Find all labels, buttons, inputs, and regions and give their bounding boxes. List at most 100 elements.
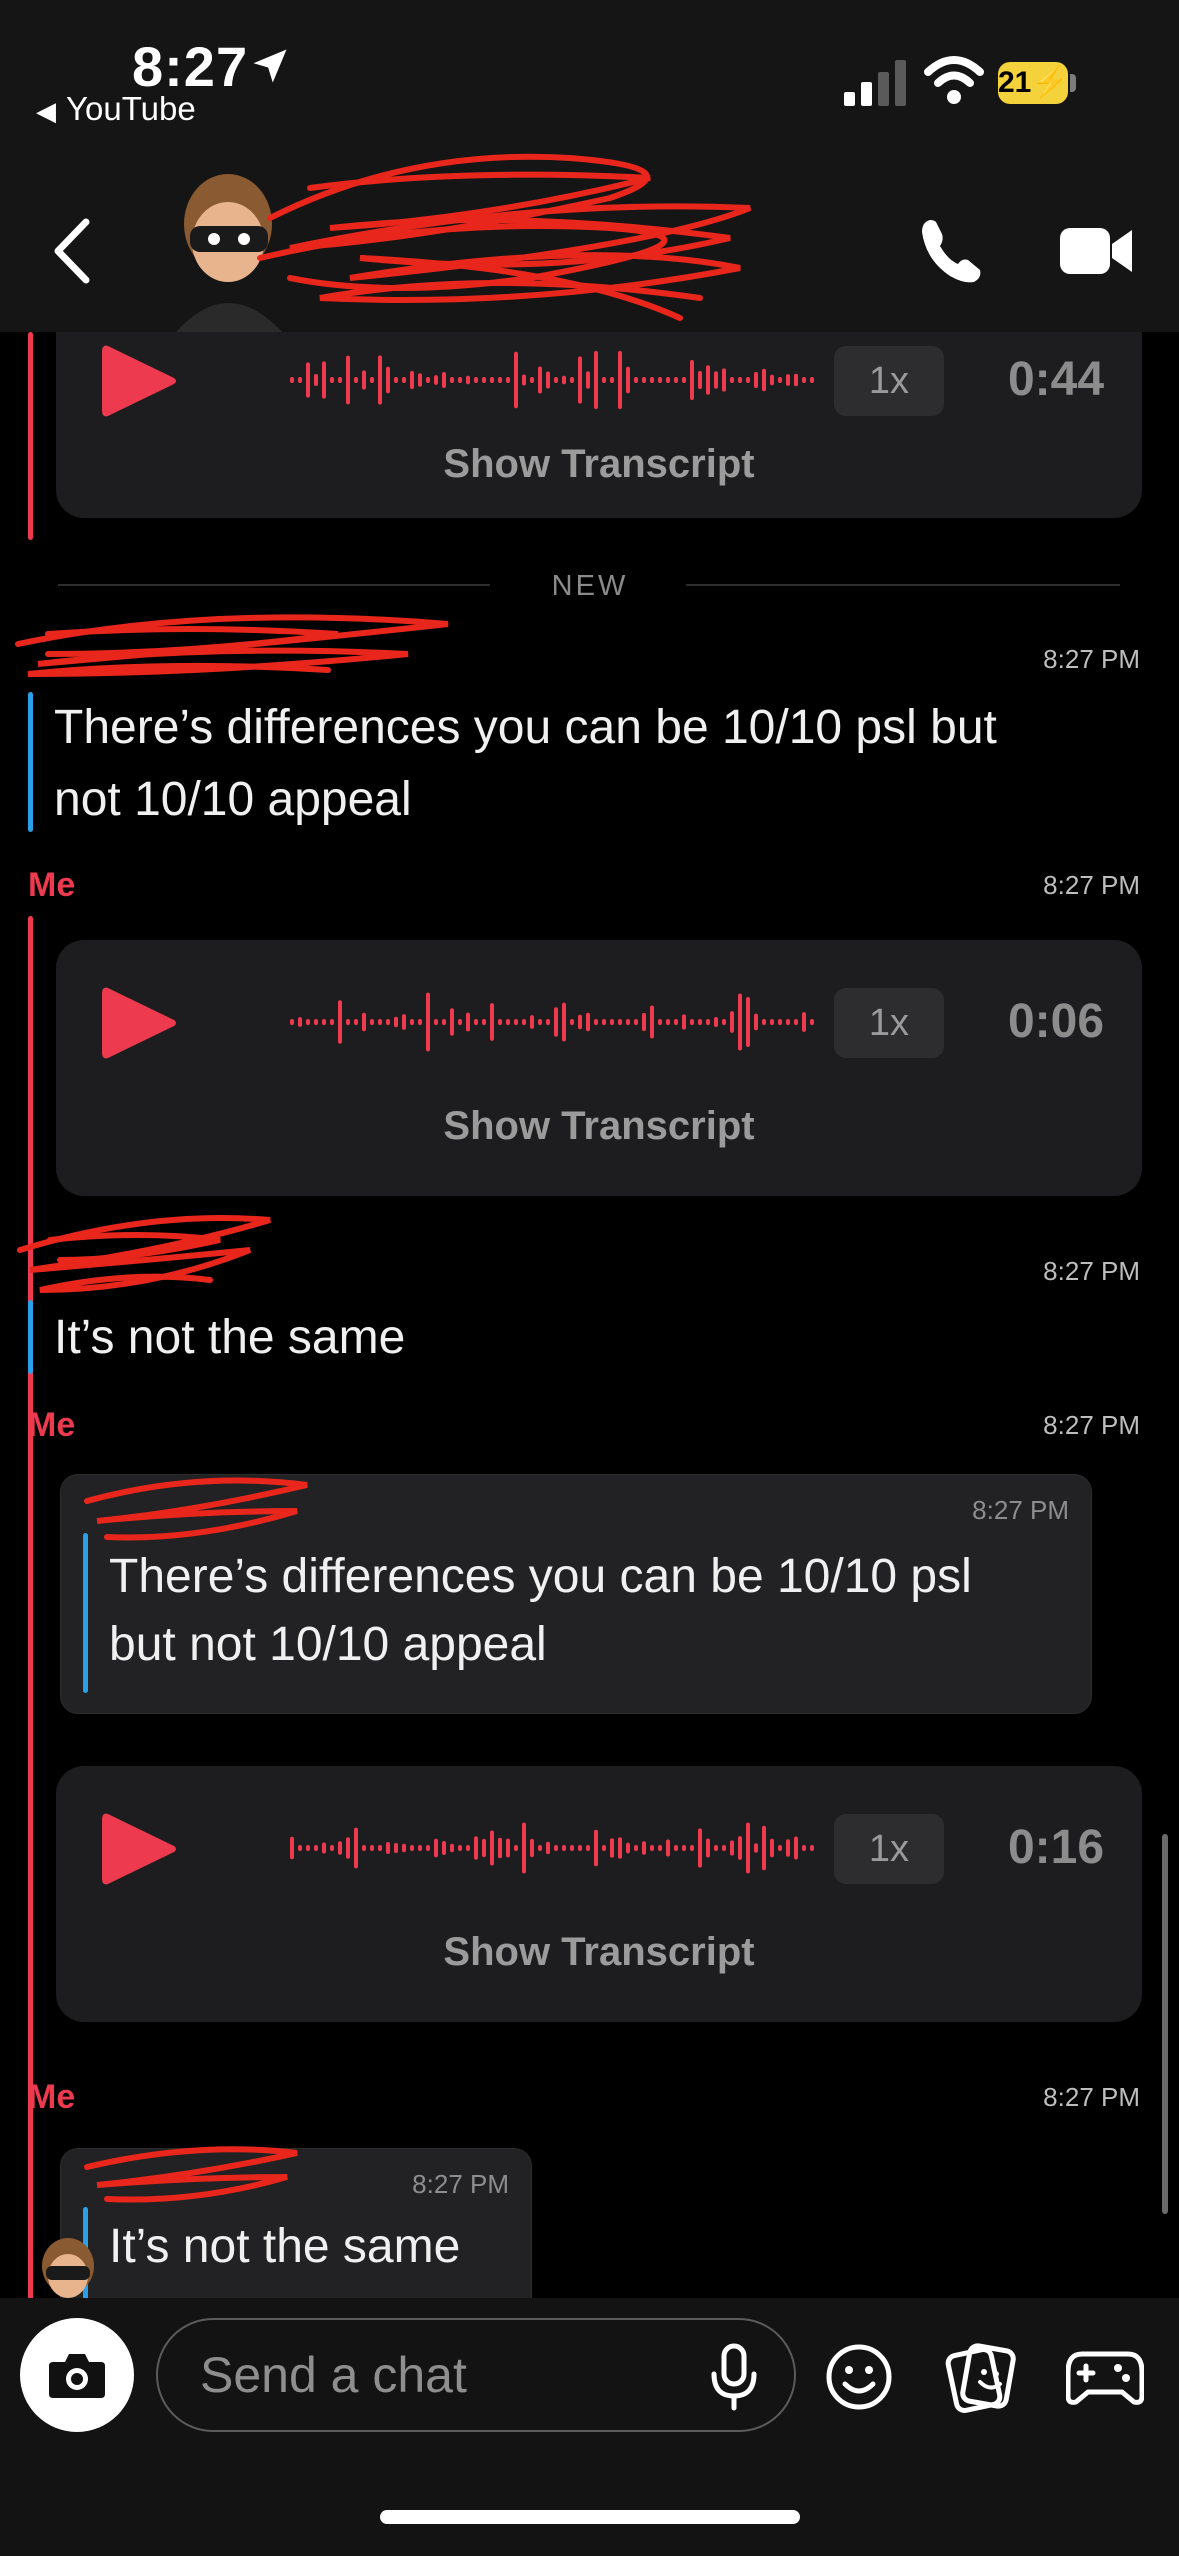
waveform-bar xyxy=(730,377,734,383)
home-indicator[interactable] xyxy=(380,2510,800,2524)
voice-note-card[interactable]: 1x 0:06 Show Transcript xyxy=(56,940,1142,1196)
waveform-bar xyxy=(594,1829,598,1867)
waveform-bar xyxy=(618,351,622,409)
playback-speed-button[interactable]: 1x xyxy=(834,1814,944,1884)
back-chevron-icon[interactable] xyxy=(48,216,98,286)
waveform-bar xyxy=(778,1845,782,1851)
waveform-bar xyxy=(554,1007,558,1037)
waveform-bar xyxy=(802,1845,806,1851)
waveform-bar xyxy=(314,373,318,387)
new-divider-label: NEW xyxy=(551,570,629,602)
waveform-bar xyxy=(786,1839,790,1857)
play-icon[interactable] xyxy=(98,340,180,422)
waveform-bar xyxy=(498,377,502,383)
microphone-icon[interactable] xyxy=(704,2342,764,2412)
waveform-bar xyxy=(786,374,790,386)
contact-avatar[interactable] xyxy=(156,162,306,332)
waveform-bar xyxy=(578,356,582,404)
waveform-bar xyxy=(466,1012,470,1032)
waveform-bar xyxy=(770,374,774,386)
waveform-bar xyxy=(402,377,406,383)
waveform-bar xyxy=(522,1822,526,1874)
play-icon[interactable] xyxy=(98,982,180,1064)
waveform-bar xyxy=(642,1841,646,1855)
waveform-bar xyxy=(490,1003,494,1041)
waveform-bar xyxy=(514,1845,518,1851)
redaction-scribble xyxy=(17,1215,271,1293)
phone-call-icon[interactable] xyxy=(916,216,986,286)
show-transcript-button[interactable]: Show Transcript xyxy=(56,1930,1142,1975)
waveform-bar xyxy=(530,377,534,383)
emoji-icon[interactable] xyxy=(824,2342,894,2412)
quoted-text: It’s not the same xyxy=(109,2220,461,2273)
waveform-bar xyxy=(394,1843,398,1853)
playback-speed-label: 1x xyxy=(868,360,910,402)
waveform-bar xyxy=(426,992,430,1052)
waveform-bar xyxy=(746,377,750,383)
waveform-bar xyxy=(810,1019,814,1025)
playback-speed-button[interactable]: 1x xyxy=(834,346,944,416)
waveform-bar xyxy=(322,1842,326,1854)
show-transcript-button[interactable]: Show Transcript xyxy=(56,442,1142,487)
waveform-bar xyxy=(698,1828,702,1868)
waveform-bar xyxy=(602,377,606,383)
waveform-bar xyxy=(490,377,494,383)
sticker-gallery-icon[interactable] xyxy=(944,2342,1016,2414)
quoted-message-card[interactable]: 8:27 PM There’s differences you can be 1… xyxy=(60,1474,1092,1714)
scroll-indicator[interactable] xyxy=(1162,1834,1168,2214)
waveform-bar xyxy=(714,1845,718,1851)
waveform-bar xyxy=(546,1841,550,1855)
video-call-icon[interactable] xyxy=(1060,224,1134,278)
waveform-bar xyxy=(378,1845,382,1851)
play-icon[interactable] xyxy=(98,1808,180,1890)
chat-thread[interactable]: 1x 0:44 Show Transcript NEW 8:27 PM Ther… xyxy=(0,332,1179,2298)
waveform-bar xyxy=(354,377,358,383)
quoted-message-card[interactable]: 8:27 PM It’s not the same xyxy=(60,2146,532,2298)
waveform-bar xyxy=(658,1019,662,1025)
audio-waveform[interactable] xyxy=(288,345,822,415)
audio-waveform[interactable] xyxy=(288,1813,822,1883)
waveform-bar xyxy=(418,1845,422,1851)
message-text[interactable]: There’s differences you can be 10/10 psl… xyxy=(54,692,997,836)
waveform-bar xyxy=(762,1019,766,1025)
waveform-bar xyxy=(402,1843,406,1853)
waveform-bar xyxy=(586,1012,590,1032)
playback-speed-button[interactable]: 1x xyxy=(834,988,944,1058)
waveform-bar xyxy=(802,1012,806,1032)
waveform-bar xyxy=(354,1827,358,1869)
games-controller-icon[interactable] xyxy=(1066,2346,1144,2408)
cellular-signal-icon xyxy=(844,60,906,106)
message-text[interactable]: It’s not the same xyxy=(54,1302,405,1374)
show-transcript-button[interactable]: Show Transcript xyxy=(56,1104,1142,1149)
waveform-bar xyxy=(762,1825,766,1871)
waveform-bar xyxy=(354,1019,358,1025)
chat-message-input[interactable] xyxy=(156,2318,796,2432)
sender-label-me: Me xyxy=(28,2078,76,2116)
waveform-bar xyxy=(666,377,670,383)
redaction-scribble xyxy=(84,2146,298,2203)
waveform-bar xyxy=(290,1836,294,1860)
waveform-bar xyxy=(482,377,486,383)
waveform-bar xyxy=(738,993,742,1051)
waveform-bar xyxy=(730,1840,734,1856)
waveform-bar xyxy=(778,1019,782,1025)
waveform-bar xyxy=(466,375,470,385)
voice-note-card[interactable]: 1x 0:16 Show Transcript xyxy=(56,1766,1142,2022)
audio-waveform[interactable] xyxy=(288,987,822,1057)
waveform-bar xyxy=(650,377,654,383)
waveform-bar xyxy=(682,1014,686,1030)
waveform-bar xyxy=(522,1019,526,1025)
waveform-bar xyxy=(554,377,558,383)
waveform-bar xyxy=(442,371,446,389)
wifi-icon xyxy=(924,56,984,104)
waveform-bar xyxy=(306,362,310,398)
quoted-text: There’s differences you can be 10/10 psl… xyxy=(109,1543,972,1679)
waveform-bar xyxy=(474,1836,478,1860)
top-bar: 8:27 ◀ YouTube 21⚡ xyxy=(0,0,1179,332)
voice-note-card[interactable]: 1x 0:44 Show Transcript xyxy=(56,332,1142,518)
waveform-bar xyxy=(722,1019,726,1025)
waveform-bar xyxy=(442,1841,446,1855)
battery-level: 21 xyxy=(998,66,1032,99)
camera-button[interactable] xyxy=(20,2318,134,2432)
back-to-app-link[interactable]: ◀ YouTube xyxy=(36,90,196,128)
